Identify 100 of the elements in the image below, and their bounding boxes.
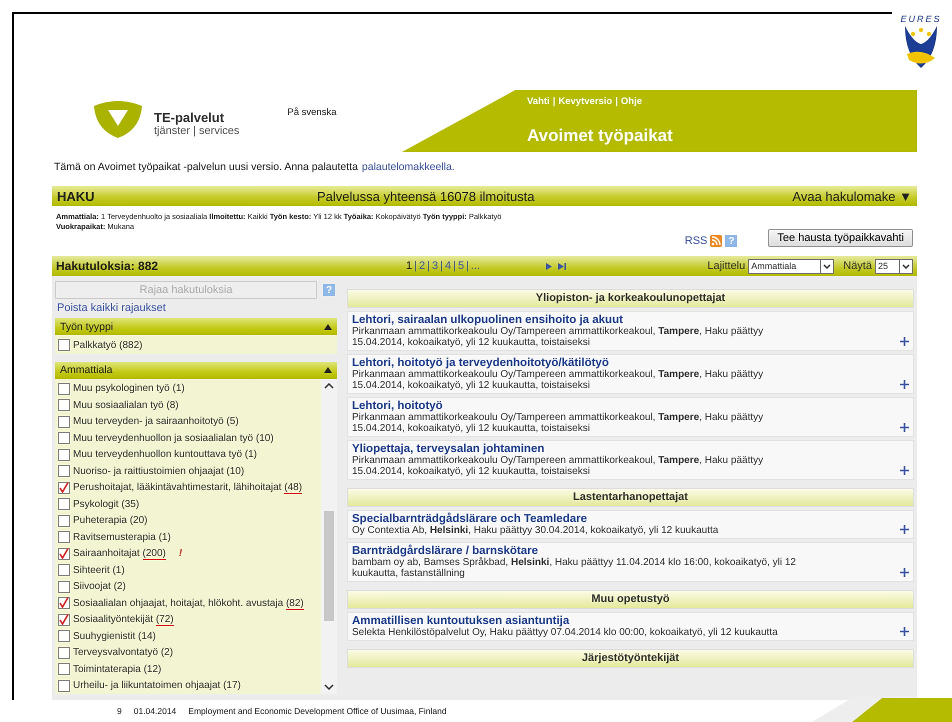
scrollbar[interactable] [321, 378, 337, 694]
expand-plus-icon[interactable] [900, 568, 909, 577]
option-label: Puheterapia (20) [73, 515, 148, 526]
link-separator: | [615, 96, 618, 107]
option-label: Muu terveydenhuollon ja sosiaalialan työ (10) [73, 432, 274, 444]
checkbox[interactable] [58, 448, 70, 461]
filter-header[interactable]: Työn tyyppi [55, 318, 337, 335]
expand-plus-icon[interactable] [900, 525, 909, 534]
job-title-link[interactable]: Lehtori, hoitotyö ja terveydenhoitotyö/kätilötyö [352, 357, 894, 369]
checkbox[interactable] [58, 514, 70, 527]
job-details: Pirkanmaan ammattikorkeakoulu Oy/Tampereen ammattikorkeakoul, Tampere, Haku päättyy 15.04.2014, kokoaikatyö, yli 12 kuukautta, toistaiseksi [352, 369, 764, 391]
page-size-select[interactable]: 25 [875, 258, 913, 274]
language-link[interactable]: På svenska [287, 100, 348, 118]
checkbox[interactable] [58, 597, 70, 610]
job-title-link[interactable]: Barnträdgårdslärare / barnskötare [352, 545, 894, 557]
last-page-icon[interactable] [558, 262, 566, 270]
page-link[interactable]: 2 [418, 260, 426, 272]
logo-text: EURES [900, 14, 942, 24]
sort-label: Lajittelu [707, 260, 746, 272]
slide-date: 01.04.2014 [134, 706, 176, 716]
feedback-link[interactable]: palautelomakkeella. [362, 161, 455, 173]
category-header: Yliopiston- ja korkeakoulunopettajat [347, 289, 914, 308]
results-count: Hakutuloksia: 882 [56, 259, 160, 273]
collapse-icon[interactable] [324, 367, 332, 373]
clear-filters-link[interactable]: Poista kaikki rajaukset [57, 302, 337, 314]
job-details: Pirkanmaan ammattikorkeakoulu Oy/Tampereen ammattikorkeakoul, Tampere, Haku päättyy 15.04.2014, kokoaikatyö, yli 12 kuukautta, toistaiseksi [352, 326, 764, 348]
create-alert-button[interactable]: Tee hausta työpaikkavahti [768, 229, 913, 247]
checkbox[interactable] [58, 399, 70, 412]
brand-name: TE-palvelut [154, 110, 226, 125]
category-header: Järjestötyöntekijät [347, 649, 914, 668]
rss-link[interactable]: RSS [684, 235, 708, 247]
page-link[interactable]: 5 [458, 260, 464, 272]
page-link[interactable]: 3 [432, 260, 438, 272]
category-header: Muu opetustyö [347, 590, 914, 609]
annotation-mark: ! [178, 548, 182, 560]
option-label: Nuoriso- ja raittiustoimien ohjaajat (10) [73, 466, 244, 477]
job-title-link[interactable]: Lehtori, sairaalan ulkopuolinen ensihoito ja akuut [352, 314, 894, 326]
expand-plus-icon[interactable] [900, 380, 909, 389]
checkbox[interactable] [58, 416, 70, 428]
dropdown-icon[interactable] [899, 260, 912, 272]
expand-plus-icon[interactable] [900, 423, 909, 432]
checkbox[interactable] [58, 548, 70, 560]
checkbox[interactable] [58, 482, 70, 494]
page-link[interactable]: 1 [406, 260, 412, 272]
option-label: Palkkatyö (882) [73, 340, 142, 351]
checkbox[interactable] [58, 646, 70, 659]
page-separator: | [440, 260, 443, 272]
checkbox[interactable] [58, 614, 70, 626]
page-link[interactable]: 4 [444, 260, 452, 272]
job-details: Pirkanmaan ammattikorkeakoulu Oy/Tampereen ammattikorkeakoul, Tampere, Haku päättyy 15.04.2014, kokoaikatyö, yli 12 kuukautta, toistaiseksi [352, 412, 764, 434]
job-details: bambam oy ab, Bamses Språkbad, Helsinki, Haku päättyy 11.04.2014 klo 16:00, kokoaikatyö, yli 12 kuukautta, fastanställning [352, 557, 797, 579]
checkbox[interactable] [58, 630, 70, 642]
checkbox[interactable] [58, 564, 70, 576]
slide-footer-text: Employment and Economic Development Office of Uusimaa, Finland [188, 706, 447, 716]
open-search-form-link[interactable]: Avaa hakulomake ▼ [792, 188, 912, 204]
option-label: Toimintaterapia (12) [73, 664, 162, 675]
scroll-up-icon[interactable] [324, 382, 334, 388]
brand-tagline: tjänster | services [154, 125, 240, 137]
option-label: Muu terveydenhuollon kuntouttava työ (1) [73, 449, 258, 460]
page-link[interactable]: ... [470, 260, 480, 272]
expand-plus-icon[interactable] [900, 337, 909, 346]
option-label: Muu psykologinen työ (1) [73, 383, 185, 394]
checkbox[interactable] [58, 465, 70, 478]
sort-select[interactable]: Ammattiala [748, 258, 834, 274]
page-separator: | [427, 260, 430, 272]
checkbox[interactable] [58, 382, 70, 395]
job-details: Selekta Henkilöstöpalvelut Oy, Haku päättyy 07.04.2014 klo 00:00, kokoaikatyö, yli 12 kuukautta [352, 627, 779, 638]
job-title-link[interactable]: Lehtori, hoitotyö [352, 400, 894, 412]
collapse-icon[interactable] [324, 324, 332, 330]
checkbox[interactable] [58, 580, 70, 593]
checkbox[interactable] [58, 339, 70, 352]
job-details: Oy Contextia Ab, Helsinki, Haku päättyy 30.04.2014, kokoaikatyö, yli 12 kuukautta [352, 525, 720, 536]
checkbox[interactable] [58, 531, 70, 544]
option-label: Sosiaalialan ohjaajat, hoitajat, hlökoht. avustaja (82) [73, 598, 304, 609]
page-separator: | [414, 260, 417, 272]
checkbox[interactable] [58, 432, 70, 444]
scrollbar-thumb[interactable] [324, 511, 334, 622]
scroll-down-icon[interactable] [324, 684, 334, 690]
checkbox[interactable] [58, 663, 70, 676]
page-title: Avoimet työpaikat [527, 126, 674, 146]
filter-header[interactable]: Ammattiala [55, 362, 337, 378]
job-title-link[interactable]: Ammatillisen kuntoutuksen asiantuntija [352, 615, 894, 627]
next-page-icon[interactable] [546, 262, 552, 270]
page-size-label: Näytä [843, 260, 872, 272]
job-title-link[interactable]: Yliopettaja, terveysalan johtaminen [352, 443, 894, 455]
expand-plus-icon[interactable] [900, 466, 909, 475]
option-label: Psykologit (35) [73, 498, 140, 510]
option-label: Suuhygienistit (14) [73, 630, 156, 642]
option-label: Sairaanhoitajat (200) [73, 548, 166, 560]
checkbox[interactable] [58, 498, 70, 510]
option-label: Urheilu- ja liikuntatoimen ohjaajat (17) [73, 680, 241, 692]
job-title-link[interactable]: Specialbarnträdgådslärare och Teamledare [352, 513, 894, 525]
rss-icon[interactable] [710, 235, 722, 247]
dropdown-icon[interactable] [820, 260, 834, 272]
slide-number: 9 [117, 706, 122, 716]
checkbox[interactable] [58, 680, 70, 692]
notice-text: Tämä on Avoimet työpaikat -palvelun uusi versio. Anna palautetta [54, 161, 358, 173]
link-separator: | [552, 96, 556, 107]
expand-plus-icon[interactable] [900, 627, 909, 636]
option-label: Siivoojat (2) [73, 581, 126, 592]
